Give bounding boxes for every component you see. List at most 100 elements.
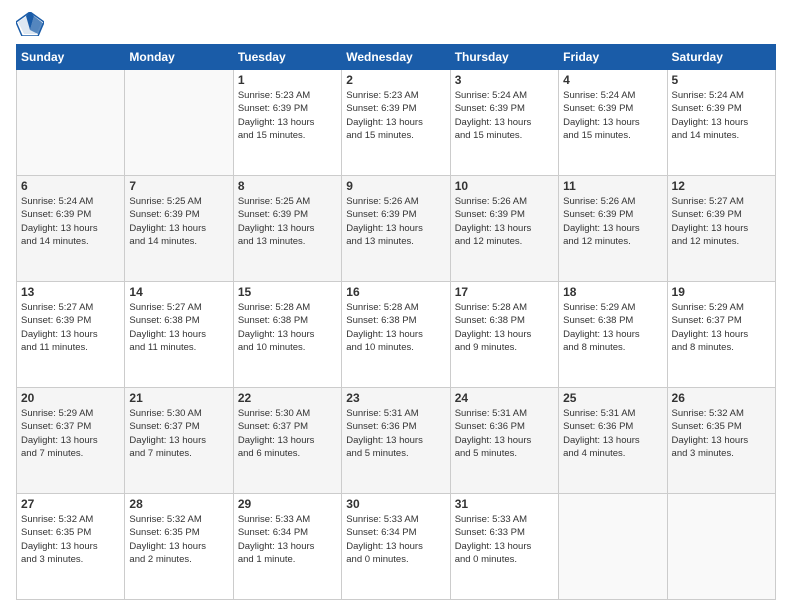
calendar-cell: 15 Sunrise: 5:28 AM Sunset: 6:38 PM Dayli… (233, 282, 341, 388)
calendar-header-friday: Friday (559, 45, 667, 70)
calendar-cell: 24 Sunrise: 5:31 AM Sunset: 6:36 PM Dayli… (450, 388, 558, 494)
day-info: Sunrise: 5:33 AM Sunset: 6:33 PM Dayligh… (455, 513, 554, 566)
calendar-header-wednesday: Wednesday (342, 45, 450, 70)
calendar-cell: 17 Sunrise: 5:28 AM Sunset: 6:38 PM Dayli… (450, 282, 558, 388)
calendar-cell: 1 Sunrise: 5:23 AM Sunset: 6:39 PM Daylig… (233, 70, 341, 176)
day-info: Sunrise: 5:30 AM Sunset: 6:37 PM Dayligh… (129, 407, 228, 460)
calendar-cell: 21 Sunrise: 5:30 AM Sunset: 6:37 PM Dayli… (125, 388, 233, 494)
calendar-cell: 19 Sunrise: 5:29 AM Sunset: 6:37 PM Dayli… (667, 282, 775, 388)
day-number: 22 (238, 391, 337, 405)
day-number: 17 (455, 285, 554, 299)
day-number: 18 (563, 285, 662, 299)
day-number: 29 (238, 497, 337, 511)
day-info: Sunrise: 5:29 AM Sunset: 6:37 PM Dayligh… (672, 301, 771, 354)
day-number: 24 (455, 391, 554, 405)
day-number: 11 (563, 179, 662, 193)
day-number: 30 (346, 497, 445, 511)
calendar-cell: 29 Sunrise: 5:33 AM Sunset: 6:34 PM Dayli… (233, 494, 341, 600)
day-info: Sunrise: 5:26 AM Sunset: 6:39 PM Dayligh… (455, 195, 554, 248)
calendar-cell: 20 Sunrise: 5:29 AM Sunset: 6:37 PM Dayli… (17, 388, 125, 494)
day-info: Sunrise: 5:32 AM Sunset: 6:35 PM Dayligh… (672, 407, 771, 460)
calendar-cell: 8Sunrise: 5:25 AM Sunset: 6:39 PM Daylig… (233, 176, 341, 282)
day-number: 1 (238, 73, 337, 87)
day-info: Sunrise: 5:27 AM Sunset: 6:39 PM Dayligh… (21, 301, 120, 354)
day-info: Sunrise: 5:24 AM Sunset: 6:39 PM Dayligh… (672, 89, 771, 142)
calendar-header-thursday: Thursday (450, 45, 558, 70)
day-number: 28 (129, 497, 228, 511)
day-number: 16 (346, 285, 445, 299)
day-number: 13 (21, 285, 120, 299)
day-info: Sunrise: 5:32 AM Sunset: 6:35 PM Dayligh… (129, 513, 228, 566)
calendar-week-row: 13 Sunrise: 5:27 AM Sunset: 6:39 PM Dayli… (17, 282, 776, 388)
day-info: Sunrise: 5:24 AM Sunset: 6:39 PM Dayligh… (563, 89, 662, 142)
calendar-week-row: 1 Sunrise: 5:23 AM Sunset: 6:39 PM Daylig… (17, 70, 776, 176)
day-number: 19 (672, 285, 771, 299)
calendar-cell (17, 70, 125, 176)
calendar-cell (125, 70, 233, 176)
day-info: Sunrise: 5:25 AM Sunset: 6:39 PM Dayligh… (238, 195, 337, 248)
day-number: 9 (346, 179, 445, 193)
day-number: 7 (129, 179, 228, 193)
day-info: Sunrise: 5:33 AM Sunset: 6:34 PM Dayligh… (346, 513, 445, 566)
calendar-cell: 13 Sunrise: 5:27 AM Sunset: 6:39 PM Dayli… (17, 282, 125, 388)
day-info: Sunrise: 5:24 AM Sunset: 6:39 PM Dayligh… (455, 89, 554, 142)
calendar-cell (559, 494, 667, 600)
day-info: Sunrise: 5:28 AM Sunset: 6:38 PM Dayligh… (346, 301, 445, 354)
day-number: 3 (455, 73, 554, 87)
day-number: 21 (129, 391, 228, 405)
calendar-header-monday: Monday (125, 45, 233, 70)
day-number: 5 (672, 73, 771, 87)
day-info: Sunrise: 5:27 AM Sunset: 6:38 PM Dayligh… (129, 301, 228, 354)
calendar-week-row: 6Sunrise: 5:24 AM Sunset: 6:39 PM Daylig… (17, 176, 776, 282)
calendar-cell: 31 Sunrise: 5:33 AM Sunset: 6:33 PM Dayli… (450, 494, 558, 600)
day-number: 15 (238, 285, 337, 299)
calendar-week-row: 20 Sunrise: 5:29 AM Sunset: 6:37 PM Dayli… (17, 388, 776, 494)
day-info: Sunrise: 5:25 AM Sunset: 6:39 PM Dayligh… (129, 195, 228, 248)
calendar-cell: 11 Sunrise: 5:26 AM Sunset: 6:39 PM Dayli… (559, 176, 667, 282)
day-number: 12 (672, 179, 771, 193)
day-info: Sunrise: 5:30 AM Sunset: 6:37 PM Dayligh… (238, 407, 337, 460)
day-number: 25 (563, 391, 662, 405)
day-number: 31 (455, 497, 554, 511)
calendar-cell: 22 Sunrise: 5:30 AM Sunset: 6:37 PM Dayli… (233, 388, 341, 494)
day-number: 4 (563, 73, 662, 87)
calendar-table: SundayMondayTuesdayWednesdayThursdayFrid… (16, 44, 776, 600)
day-info: Sunrise: 5:23 AM Sunset: 6:39 PM Dayligh… (238, 89, 337, 142)
calendar-cell: 5 Sunrise: 5:24 AM Sunset: 6:39 PM Daylig… (667, 70, 775, 176)
calendar-cell: 3 Sunrise: 5:24 AM Sunset: 6:39 PM Daylig… (450, 70, 558, 176)
calendar-cell: 16 Sunrise: 5:28 AM Sunset: 6:38 PM Dayli… (342, 282, 450, 388)
calendar-cell: 9 Sunrise: 5:26 AM Sunset: 6:39 PM Daylig… (342, 176, 450, 282)
day-info: Sunrise: 5:29 AM Sunset: 6:37 PM Dayligh… (21, 407, 120, 460)
calendar-cell: 26 Sunrise: 5:32 AM Sunset: 6:35 PM Dayli… (667, 388, 775, 494)
logo-icon (16, 12, 44, 36)
day-info: Sunrise: 5:26 AM Sunset: 6:39 PM Dayligh… (346, 195, 445, 248)
calendar-cell: 30 Sunrise: 5:33 AM Sunset: 6:34 PM Dayli… (342, 494, 450, 600)
calendar-cell: 23Sunrise: 5:31 AM Sunset: 6:36 PM Dayli… (342, 388, 450, 494)
day-number: 6 (21, 179, 120, 193)
calendar-cell: 4 Sunrise: 5:24 AM Sunset: 6:39 PM Daylig… (559, 70, 667, 176)
day-info: Sunrise: 5:28 AM Sunset: 6:38 PM Dayligh… (238, 301, 337, 354)
calendar-cell: 25 Sunrise: 5:31 AM Sunset: 6:36 PM Dayli… (559, 388, 667, 494)
day-number: 26 (672, 391, 771, 405)
calendar-cell: 2 Sunrise: 5:23 AM Sunset: 6:39 PM Daylig… (342, 70, 450, 176)
day-number: 2 (346, 73, 445, 87)
day-info: Sunrise: 5:26 AM Sunset: 6:39 PM Dayligh… (563, 195, 662, 248)
calendar-header-row: SundayMondayTuesdayWednesdayThursdayFrid… (17, 45, 776, 70)
calendar-cell: 27 Sunrise: 5:32 AM Sunset: 6:35 PM Dayli… (17, 494, 125, 600)
day-info: Sunrise: 5:33 AM Sunset: 6:34 PM Dayligh… (238, 513, 337, 566)
calendar-cell: 14Sunrise: 5:27 AM Sunset: 6:38 PM Dayli… (125, 282, 233, 388)
day-info: Sunrise: 5:28 AM Sunset: 6:38 PM Dayligh… (455, 301, 554, 354)
calendar-cell: 10Sunrise: 5:26 AM Sunset: 6:39 PM Dayli… (450, 176, 558, 282)
calendar-header-tuesday: Tuesday (233, 45, 341, 70)
calendar-week-row: 27 Sunrise: 5:32 AM Sunset: 6:35 PM Dayli… (17, 494, 776, 600)
calendar-header-sunday: Sunday (17, 45, 125, 70)
day-info: Sunrise: 5:31 AM Sunset: 6:36 PM Dayligh… (563, 407, 662, 460)
day-number: 20 (21, 391, 120, 405)
logo (16, 12, 48, 36)
day-number: 27 (21, 497, 120, 511)
day-info: Sunrise: 5:32 AM Sunset: 6:35 PM Dayligh… (21, 513, 120, 566)
calendar-cell: 28 Sunrise: 5:32 AM Sunset: 6:35 PM Dayli… (125, 494, 233, 600)
day-info: Sunrise: 5:23 AM Sunset: 6:39 PM Dayligh… (346, 89, 445, 142)
calendar-cell (667, 494, 775, 600)
day-info: Sunrise: 5:31 AM Sunset: 6:36 PM Dayligh… (455, 407, 554, 460)
